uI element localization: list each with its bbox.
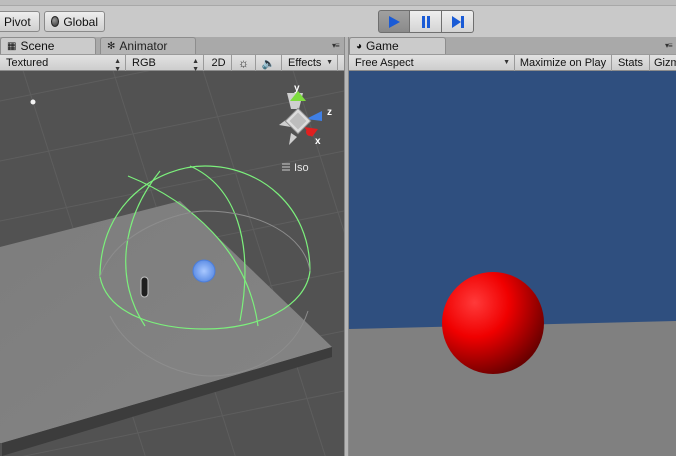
scene-viewport[interactable]: y z x Iso bbox=[0, 71, 344, 456]
tab-game-label: Game bbox=[366, 39, 399, 53]
2d-mode-label: 2D bbox=[211, 57, 226, 69]
tab-animator[interactable]: ✻ Animator bbox=[100, 37, 196, 54]
point-light-icon[interactable] bbox=[192, 259, 216, 283]
pause-button[interactable] bbox=[410, 10, 442, 33]
pivot-toggle-button[interactable]: Pivot bbox=[0, 11, 40, 32]
game-canvas bbox=[349, 71, 676, 456]
tab-scene-label: Scene bbox=[20, 39, 55, 53]
scene-object-capsule[interactable] bbox=[140, 276, 149, 298]
gizmo-y-label: y bbox=[294, 83, 300, 94]
gizmos-dropdown[interactable]: Gizm bbox=[650, 55, 676, 71]
shading-mode-dropdown[interactable]: Textured ▲ ▼ bbox=[0, 55, 126, 73]
dropdown-arrow-icon: ▼ bbox=[326, 59, 333, 66]
dropdown-arrow-icon: ▼ bbox=[503, 59, 510, 66]
maximize-on-play-label: Maximize on Play bbox=[519, 57, 607, 69]
gizmo-x-label: x bbox=[315, 136, 321, 147]
pause-icon bbox=[421, 15, 430, 28]
game-viewport[interactable] bbox=[349, 71, 676, 456]
tab-game[interactable]: ◕ Game bbox=[349, 37, 446, 54]
main-toolbar: Pivot Global bbox=[0, 0, 676, 37]
shading-mode-value: Textured bbox=[6, 57, 49, 69]
game-control-bar: Free Aspect ▼ Maximize on Play Stats Giz… bbox=[349, 54, 676, 71]
tab-animator-label: Animator bbox=[119, 39, 168, 53]
speaker-icon: 🔈 bbox=[261, 57, 276, 70]
maximize-on-play-toggle[interactable]: Maximize on Play bbox=[515, 55, 612, 71]
animator-icon: ✻ bbox=[107, 40, 116, 52]
global-label: Global bbox=[63, 14, 98, 29]
play-button[interactable] bbox=[378, 10, 410, 33]
scene-audio-toggle[interactable]: 🔈 bbox=[256, 55, 282, 71]
game-red-sphere bbox=[442, 272, 544, 374]
effects-dropdown[interactable]: Effects ▼ bbox=[282, 55, 338, 71]
grid-icon: ▦ bbox=[7, 40, 17, 52]
step-icon bbox=[451, 15, 464, 28]
scene-control-bar: Textured ▲ ▼ RGB ▲ ▼ 2D ☼ 🔈 Effects ▼ bbox=[0, 54, 344, 73]
global-toggle-button[interactable]: Global bbox=[44, 11, 105, 32]
aspect-dropdown[interactable]: Free Aspect ▼ bbox=[349, 55, 515, 71]
stats-toggle[interactable]: Stats bbox=[612, 55, 650, 71]
pane-menu-icon[interactable]: ▾≡ bbox=[332, 41, 340, 50]
menu-strip bbox=[0, 0, 676, 6]
sun-icon: ☼ bbox=[238, 56, 249, 70]
render-mode-value: RGB bbox=[132, 57, 156, 69]
projection-label: Iso bbox=[294, 162, 309, 174]
game-tab-bar: ◕ Game ▾≡ bbox=[349, 37, 676, 54]
step-button[interactable] bbox=[442, 10, 474, 33]
render-mode-dropdown[interactable]: RGB ▲ ▼ bbox=[126, 55, 204, 73]
playback-controls bbox=[378, 10, 474, 33]
globe-icon bbox=[51, 16, 60, 27]
scene-lighting-toggle[interactable]: ☼ bbox=[232, 55, 256, 71]
tab-scene[interactable]: ▦ Scene bbox=[0, 37, 96, 54]
gizmo-z-label: z bbox=[327, 107, 332, 118]
stats-label: Stats bbox=[617, 57, 644, 69]
hamburger-icon bbox=[282, 163, 290, 171]
game-pane-menu-icon[interactable]: ▾≡ bbox=[665, 41, 673, 50]
aspect-value: Free Aspect bbox=[355, 57, 414, 69]
play-icon bbox=[389, 15, 400, 28]
gizmos-label: Gizm bbox=[654, 57, 676, 69]
directional-light-icon[interactable] bbox=[30, 99, 36, 105]
pivot-label: Pivot bbox=[4, 14, 31, 29]
effects-label: Effects bbox=[288, 57, 322, 69]
scene-tab-bar: ▦ Scene ✻ Animator ▾≡ bbox=[0, 37, 344, 54]
projection-toggle[interactable]: Iso bbox=[282, 162, 309, 174]
scene-canvas[interactable]: y z x Iso bbox=[0, 71, 344, 456]
2d-mode-toggle[interactable]: 2D bbox=[206, 55, 232, 71]
pacman-icon: ◕ bbox=[356, 40, 363, 52]
